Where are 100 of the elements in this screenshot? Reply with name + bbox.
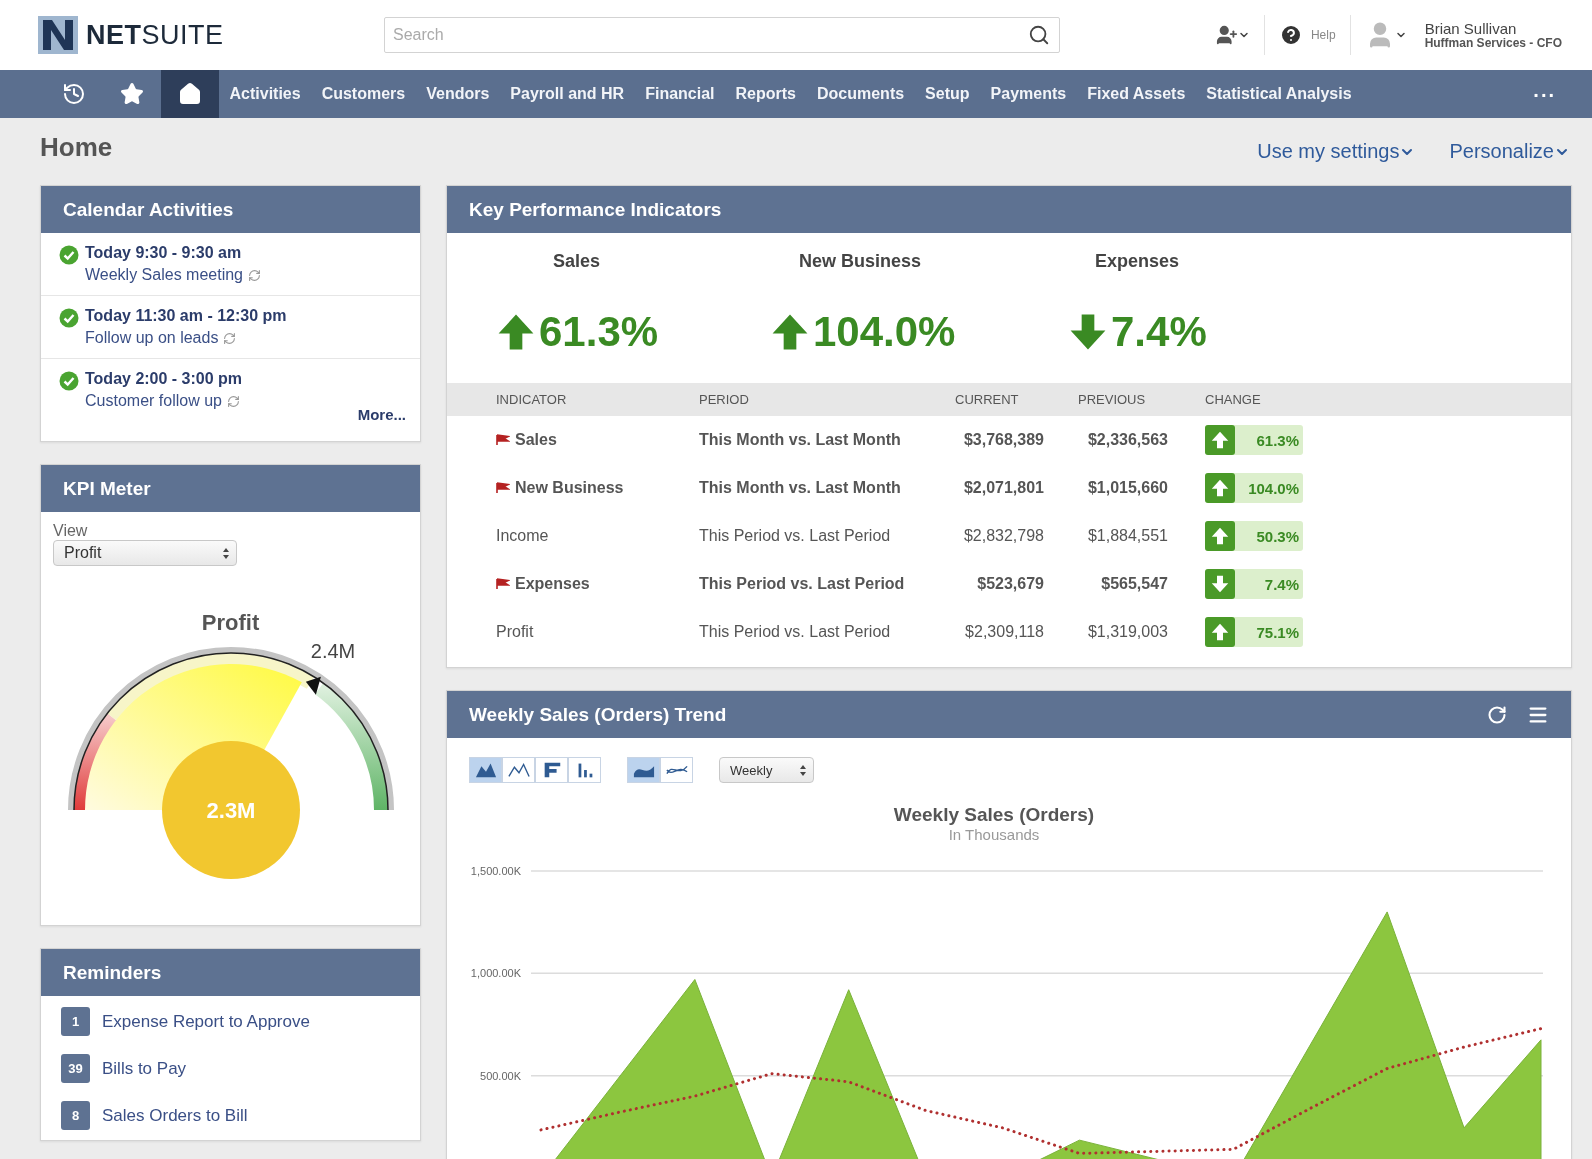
indicator-name: Sales <box>515 431 557 449</box>
count-badge: 1 <box>61 1007 90 1036</box>
table-cell-text: $2,832,798 <box>962 527 1044 545</box>
chart-type-button[interactable] <box>502 757 535 783</box>
kpi-value: 7.4% <box>1111 308 1207 356</box>
nav-menu-item[interactable]: Activities <box>219 70 312 118</box>
nav-menu-item[interactable]: Setup <box>914 70 981 118</box>
reminder-link[interactable]: Sales Orders to Bill <box>102 1105 248 1126</box>
help-link[interactable]: Help <box>1310 28 1336 42</box>
table-cell-text: $565,547 <box>1100 575 1168 593</box>
gauge-target: 2.4M <box>310 640 355 662</box>
trend-type-button[interactable] <box>660 757 693 783</box>
nav-menu-item[interactable]: Reports <box>725 70 807 118</box>
indicator-name: Income <box>496 527 549 545</box>
count-badge: 39 <box>61 1054 90 1083</box>
kpi-value: 104.0% <box>813 308 956 356</box>
event-time: Today 11:30 am - 12:30 pm <box>85 305 287 326</box>
change-value: 61.3% <box>1256 431 1299 449</box>
more-link[interactable]: More... <box>357 406 406 424</box>
column-header: CURRENT <box>954 392 1020 407</box>
column-header: PERIOD <box>699 392 750 407</box>
search-icon[interactable] <box>1028 24 1050 46</box>
table-cell-text: $2,336,563 <box>1086 431 1168 449</box>
search-field[interactable]: Search <box>384 17 1060 53</box>
reminder-link[interactable]: Expense Report to Approve <box>102 1011 310 1032</box>
event-time: Today 2:00 - 3:00 pm <box>85 368 243 389</box>
column-header: CHANGE <box>1204 392 1262 407</box>
change-value: 104.0% <box>1248 479 1299 497</box>
dropdown-link[interactable]: Personalize <box>1449 140 1570 163</box>
view-select[interactable]: Profit <box>53 540 237 566</box>
change-value: 50.3% <box>1256 527 1299 545</box>
kpi-label: Expenses <box>1095 251 1180 272</box>
panel-title: Weekly Sales (Orders) Trend <box>469 703 727 726</box>
table-cell-text: $1,319,003 <box>1086 623 1168 641</box>
table-cell-text: $2,071,801 <box>962 479 1044 497</box>
table-cell-text: This Period vs. Last Period <box>699 623 892 641</box>
kpi-label: New Business <box>799 251 922 272</box>
chart-type-button[interactable] <box>568 757 601 783</box>
event-time: Today 9:30 - 9:30 am <box>85 243 243 263</box>
kpi-value: 61.3% <box>539 308 659 356</box>
flag-icon <box>496 578 510 590</box>
chart-subtitle: In Thousands <box>948 826 1040 843</box>
refresh-icon[interactable] <box>1487 704 1507 725</box>
logo-text: NETSUITE <box>86 19 224 51</box>
more-menu-button[interactable]: ... <box>1527 70 1562 118</box>
field-label: View <box>53 522 89 540</box>
kpi-label: Sales <box>553 251 601 272</box>
panel-title: Key Performance Indicators <box>469 198 722 221</box>
recent-icon <box>62 82 86 106</box>
panel-title: Calendar Activities <box>63 198 234 221</box>
select-arrows-icon <box>799 763 807 777</box>
chart-title: Weekly Sales (Orders) <box>893 804 1095 826</box>
gauge-value: 2.3M <box>206 798 255 823</box>
star-icon <box>120 82 144 106</box>
table-cell-text: This Month vs. Last Month <box>699 479 902 497</box>
column-header: PREVIOUS <box>1077 392 1147 407</box>
flag-icon <box>496 434 510 446</box>
indicator-name: Profit <box>496 623 534 641</box>
nav-menu-item[interactable]: Payroll and HR <box>499 70 635 118</box>
table-cell-text: This Month vs. Last Month <box>699 431 902 449</box>
gauge-title: Profit <box>201 610 260 636</box>
nav-menu-item[interactable]: Customers <box>311 70 416 118</box>
table-cell-text: $3,768,389 <box>962 431 1044 449</box>
event-title[interactable]: Customer follow up <box>85 389 222 413</box>
reminder-link[interactable]: Bills to Pay <box>102 1058 187 1079</box>
nav-menu-item[interactable]: Vendors <box>415 70 500 118</box>
event-title[interactable]: Weekly Sales meeting <box>85 264 243 287</box>
indicator-name: New Business <box>515 479 624 497</box>
panel-title: Reminders <box>63 961 162 984</box>
dropdown-link[interactable]: Use my settings <box>1257 140 1416 163</box>
chart-type-button[interactable] <box>469 757 502 783</box>
home-tab[interactable] <box>161 70 219 118</box>
nav-menu-item[interactable]: Fixed Assets <box>1076 70 1196 118</box>
count-badge: 8 <box>61 1101 90 1130</box>
chart-type-button[interactable] <box>535 757 568 783</box>
change-value: 75.1% <box>1256 623 1299 641</box>
flag-icon <box>496 482 510 494</box>
add-person-icon[interactable] <box>1215 24 1238 46</box>
nav-menu-item[interactable]: Documents <box>806 70 915 118</box>
panel-title: KPI Meter <box>63 477 151 500</box>
nav-menu-item[interactable]: Payments <box>980 70 1077 118</box>
select-arrows-icon <box>222 546 230 560</box>
logo-icon <box>38 16 78 54</box>
page-title: Home <box>40 132 113 163</box>
nav-menu-item[interactable]: Financial <box>634 70 726 118</box>
user-role: Huffman Services - CFO <box>1424 36 1562 50</box>
home-icon <box>178 82 202 106</box>
table-cell-text: This Period vs. Last Period <box>699 575 906 593</box>
user-name: Brian Sullivan <box>1424 20 1518 37</box>
table-cell-text: $523,679 <box>976 575 1044 593</box>
table-cell-text: $1,884,551 <box>1086 527 1168 545</box>
nav-menu-item[interactable]: Statistical Analysis <box>1195 70 1363 118</box>
period-select[interactable]: Weekly <box>719 757 814 783</box>
event-title[interactable]: Follow up on leads <box>85 327 219 350</box>
axis-label: 1,500.00K <box>470 865 521 877</box>
change-value: 7.4% <box>1264 575 1299 593</box>
trend-type-button[interactable] <box>627 757 660 783</box>
table-cell-text: $1,015,660 <box>1086 479 1168 497</box>
axis-label: 500.00K <box>480 1069 521 1082</box>
indicator-name: Expenses <box>515 575 590 593</box>
